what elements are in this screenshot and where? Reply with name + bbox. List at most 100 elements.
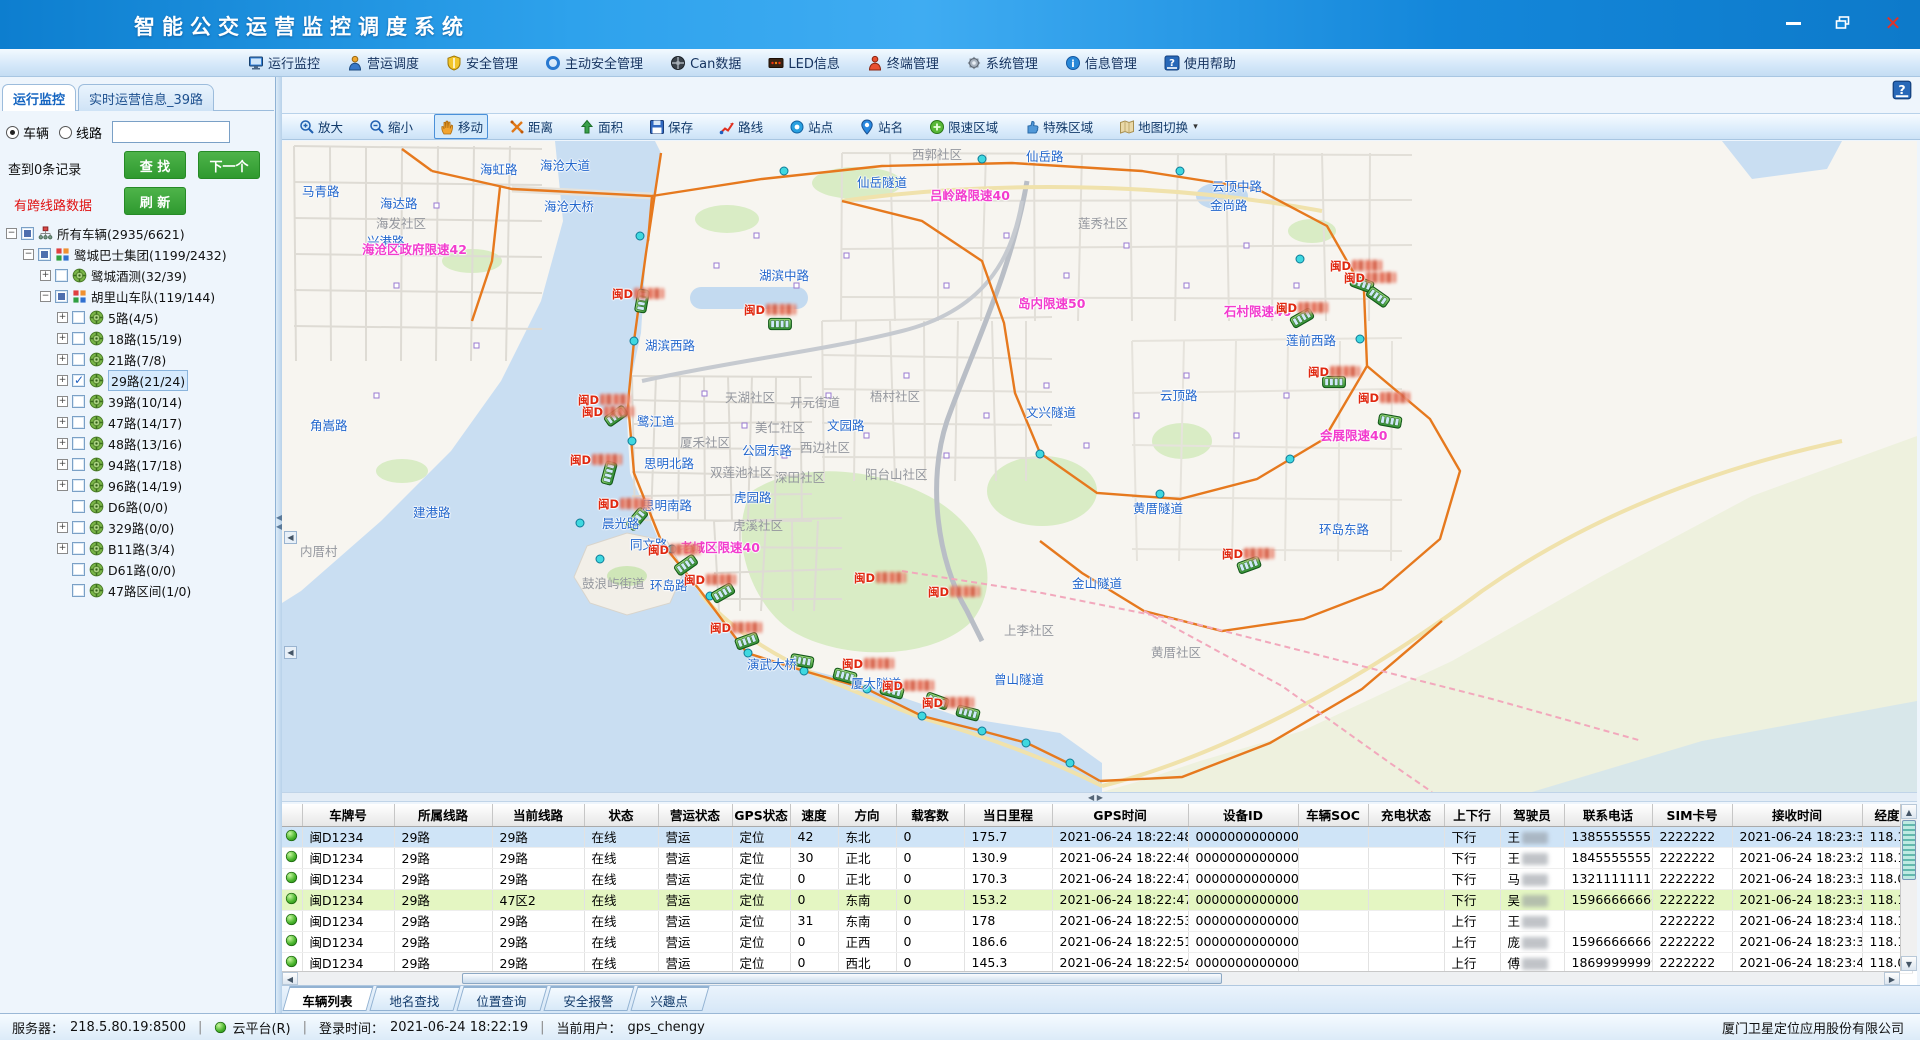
column-header[interactable]: 状态 — [584, 804, 658, 826]
menu-item-help[interactable]: 使用帮助 — [1164, 53, 1236, 72]
column-header[interactable]: 载客数 — [896, 804, 964, 826]
tree-expand-toggle[interactable]: − — [6, 228, 17, 239]
scroll-down-arrow[interactable]: ▼ — [1901, 956, 1917, 971]
tree-item[interactable]: +96路(14/19) — [4, 475, 272, 496]
station-dot[interactable] — [636, 232, 644, 240]
station-dot[interactable] — [744, 649, 752, 657]
menu-item-monitor[interactable]: 运行监控 — [248, 53, 320, 72]
map-tool-zoomin[interactable]: 放大 — [294, 114, 348, 139]
table-row[interactable]: 闽D123429路47区2在线营运定位0东南0153.22021-06-24 1… — [282, 889, 1912, 910]
tree-checkbox[interactable] — [72, 563, 85, 576]
tree-checkbox[interactable] — [72, 458, 85, 471]
tree-checkbox[interactable] — [72, 311, 85, 324]
map-canvas[interactable]: 马青路海达路兴港路海虹路海沧大道海沧大桥湖滨中路湖滨西路角嵩路建港路鹭江道思明北… — [282, 141, 1917, 792]
tree-expand-toggle[interactable]: + — [57, 354, 68, 365]
station-dot[interactable] — [596, 555, 604, 563]
refresh-button[interactable]: 刷 新 — [124, 187, 186, 215]
station-dot[interactable] — [1022, 739, 1030, 747]
map-tool-hand[interactable]: 移动 — [434, 114, 488, 139]
station-dot[interactable] — [978, 727, 986, 735]
bottom-tab-2[interactable]: 位置查询 — [456, 986, 547, 1011]
table-vscrollbar[interactable]: ▲ ▼ — [1900, 804, 1917, 971]
map-tool-save[interactable]: 保存 — [644, 114, 698, 139]
tree-item[interactable]: +B11路(3/4) — [4, 538, 272, 559]
column-header[interactable] — [282, 804, 302, 826]
bus-marker[interactable] — [769, 318, 792, 329]
map-tool-stationdot[interactable]: 站点 — [784, 114, 838, 139]
column-header[interactable]: 设备ID — [1188, 804, 1298, 826]
map-tool-pin[interactable]: 站名 — [854, 114, 908, 139]
station-dot[interactable] — [630, 337, 638, 345]
tree-item[interactable]: −胡里山车队(119/144) — [4, 286, 272, 307]
tree-expand-toggle[interactable]: + — [57, 417, 68, 428]
station-dot[interactable] — [1156, 490, 1164, 498]
panel-tab-1[interactable]: 实时运营信息_39路 — [78, 84, 214, 111]
column-header[interactable]: 方向 — [838, 804, 896, 826]
tree-item[interactable]: +48路(13/16) — [4, 433, 272, 454]
column-header[interactable]: 所属线路 — [394, 804, 492, 826]
next-button[interactable]: 下一个 — [198, 151, 260, 179]
menu-item-led[interactable]: LED信息 — [768, 53, 839, 72]
bottom-tab-4[interactable]: 兴趣点 — [630, 986, 709, 1011]
column-header[interactable]: 车牌号 — [302, 804, 394, 826]
tree-checkbox[interactable] — [72, 584, 85, 597]
map-pan-left-button[interactable]: ◀ — [284, 531, 297, 544]
menu-item-gear[interactable]: 系统管理 — [966, 53, 1038, 72]
menu-item-terminal[interactable]: 终端管理 — [867, 53, 939, 72]
vscroll-thumb[interactable] — [1902, 820, 1916, 880]
station-dot[interactable] — [780, 167, 788, 175]
hscroll-thumb[interactable] — [462, 973, 1222, 984]
tree-checkbox[interactable] — [72, 500, 85, 513]
station-dot[interactable] — [1286, 455, 1294, 463]
menu-item-info[interactable]: 信息管理 — [1065, 53, 1137, 72]
tree-expand-toggle[interactable] — [57, 501, 68, 512]
column-header[interactable]: 速度 — [790, 804, 838, 826]
tree-expand-toggle[interactable]: + — [57, 375, 68, 386]
tree-checkbox[interactable] — [55, 290, 68, 303]
station-dot[interactable] — [1066, 759, 1074, 767]
tree-item[interactable]: +47路(14/17) — [4, 412, 272, 433]
tree-expand-toggle[interactable]: + — [57, 459, 68, 470]
table-row[interactable]: 闽D123429路29路在线营运定位0正北0170.32021-06-24 18… — [282, 868, 1912, 889]
tree-checkbox[interactable] — [21, 227, 34, 240]
column-header[interactable]: 接收时间 — [1732, 804, 1862, 826]
table-row[interactable]: 闽D123429路29路在线营运定位30正北0130.92021-06-24 1… — [282, 847, 1912, 868]
table-row[interactable]: 闽D123429路29路在线营运定位31东南01782021-06-24 18:… — [282, 910, 1912, 931]
tree-item[interactable]: D6路(0/0) — [4, 496, 272, 517]
tree-checkbox[interactable] — [72, 353, 85, 366]
restore-button[interactable] — [1830, 12, 1856, 34]
map-tool-area[interactable]: 面积 — [574, 114, 628, 139]
menu-item-shield[interactable]: 安全管理 — [446, 53, 518, 72]
map-pan-left-button-2[interactable]: ◀ — [284, 646, 297, 659]
station-dot[interactable] — [978, 155, 986, 163]
tree-item[interactable]: +鹭城酒测(32/39) — [4, 265, 272, 286]
station-dot[interactable] — [800, 667, 808, 675]
tree-expand-toggle[interactable]: + — [57, 312, 68, 323]
minimize-button[interactable] — [1780, 12, 1806, 34]
table-hscrollbar[interactable]: ◀ ▶ — [282, 971, 1900, 985]
help-icon[interactable] — [1892, 80, 1912, 100]
table-row[interactable]: 闽D123429路29路在线营运定位42东北0175.72021-06-24 1… — [282, 826, 1912, 847]
tree-expand-toggle[interactable]: − — [23, 249, 34, 260]
menu-item-person[interactable]: 营运调度 — [347, 53, 419, 72]
tree-item[interactable]: 47路区间(1/0) — [4, 580, 272, 601]
station-dot[interactable] — [628, 437, 636, 445]
tree-checkbox[interactable] — [72, 374, 85, 387]
column-header[interactable]: 联系电话 — [1564, 804, 1652, 826]
scroll-right-arrow[interactable]: ▶ — [1884, 972, 1900, 985]
menu-item-wheel[interactable]: Can数据 — [670, 53, 741, 72]
column-header[interactable]: 上下行 — [1444, 804, 1500, 826]
station-dot[interactable] — [918, 712, 926, 720]
station-dot[interactable] — [576, 519, 584, 527]
table-row[interactable]: 闽D123429路29路在线营运定位0正西0186.62021-06-24 18… — [282, 931, 1912, 952]
vehicle-radio[interactable]: 车辆 — [6, 123, 49, 142]
bottom-tab-3[interactable]: 安全报警 — [543, 986, 634, 1011]
tree-checkbox[interactable] — [38, 248, 51, 261]
tree-checkbox[interactable] — [72, 521, 85, 534]
map-tool-route[interactable]: 路线 — [714, 114, 768, 139]
tree-expand-toggle[interactable] — [57, 564, 68, 575]
column-header[interactable]: 充电状态 — [1368, 804, 1444, 826]
chevron-down-icon[interactable]: ▾ — [1193, 122, 1198, 132]
bottom-tab-1[interactable]: 地名查找 — [369, 986, 460, 1011]
column-header[interactable]: SIM卡号 — [1652, 804, 1732, 826]
